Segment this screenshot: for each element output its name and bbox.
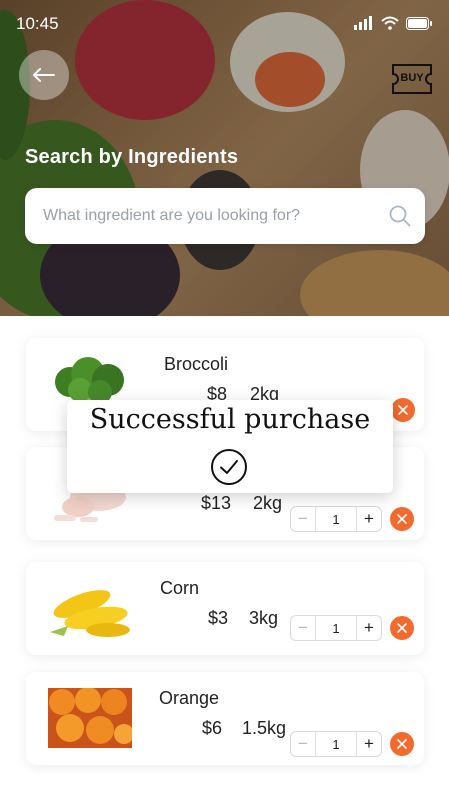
quantity-stepper: − 1 + [290,506,382,532]
purchase-success-toast: Successful purchase [67,400,393,493]
back-button[interactable] [19,50,69,100]
battery-icon [406,16,432,30]
product-weight: 3kg [249,608,279,628]
status-bar: 10:45 [16,14,433,36]
screen: 10:45 BUY Search by Ingredients What ing… [0,0,449,800]
product-weight: 2kg [253,493,283,513]
decrement-button[interactable]: − [291,507,316,531]
search-bar [25,188,425,244]
product-name: Broccoli [164,354,229,374]
wifi-icon [381,16,399,30]
hero-banner: 10:45 BUY Search by Ingredients [0,0,449,316]
quantity-value[interactable]: 1 [316,616,356,640]
signal-icon [354,16,372,30]
toast-message: Successful purchase [89,404,371,435]
product-card-corn: Corn $3 3kg − 1 + [26,562,424,655]
search-icon[interactable] [389,205,411,227]
remove-button[interactable] [390,732,414,756]
product-price: $6 [201,718,222,738]
search-input[interactable] [43,188,383,244]
remove-button[interactable] [390,507,414,531]
close-icon [397,514,407,524]
quantity-value[interactable]: 1 [316,507,356,531]
increment-button[interactable]: + [356,507,381,531]
status-time: 10:45 [16,14,59,33]
increment-button[interactable]: + [356,732,381,756]
decrement-button[interactable]: − [291,732,316,756]
product-price: $3 [207,608,228,628]
quantity-stepper: − 1 + [290,731,382,757]
increment-button[interactable]: + [356,616,381,640]
product-name: Corn [160,578,200,598]
buy-label: BUY [400,72,424,84]
product-weight: 1.5kg [242,718,287,738]
product-name: Orange [159,688,220,708]
remove-button[interactable] [391,398,415,422]
check-circle-icon [211,449,247,485]
status-icons [354,16,433,30]
product-card-orange: Orange $6 1.5kg − 1 + [26,672,424,765]
product-price: $13 [200,493,231,513]
remove-button[interactable] [390,616,414,640]
decrement-button[interactable]: − [291,616,316,640]
close-icon [397,623,407,633]
quantity-value[interactable]: 1 [316,732,356,756]
arrow-left-icon [33,68,55,82]
close-icon [398,405,408,415]
quantity-stepper: − 1 + [290,615,382,641]
corn-image [50,590,130,637]
page-title: Search by Ingredients [25,146,239,168]
orange-image [48,688,132,748]
buy-button[interactable]: BUY [390,62,434,96]
close-icon [397,739,407,749]
